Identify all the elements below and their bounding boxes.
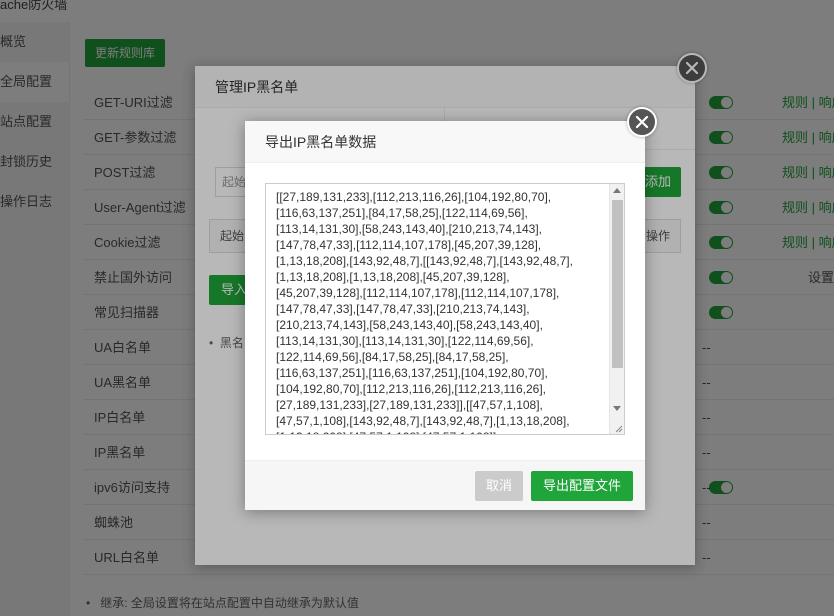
textarea-line: [116,63,137,251],[116,63,137,251],[104,1… — [276, 366, 548, 380]
textarea-line: [1,13,18,208],[47,57,1,108],[47,57,1,108… — [276, 429, 604, 434]
textarea-line: [147,78,47,33],[112,114,107,178],[45,207… — [276, 238, 542, 252]
textarea-line: [113,14,131,30],[58,243,143,40],[210,213… — [276, 222, 543, 236]
cancel-button[interactable]: 取消 — [475, 471, 524, 501]
scroll-thumb[interactable] — [612, 200, 623, 368]
dialog-title: 导出IP黑名单数据 — [245, 121, 645, 163]
textarea-line: [47,57,1,108],[143,92,48,7],[143,92,48,7… — [276, 414, 570, 428]
export-config-button[interactable]: 导出配置文件 — [531, 471, 634, 501]
textarea-line: [1,13,18,208],[143,92,48,7],[[143,92,48,… — [276, 254, 573, 268]
close-icon[interactable] — [627, 107, 657, 137]
export-data-textarea[interactable]: [[27,189,131,233],[112,213,116,26],[104,… — [265, 183, 625, 435]
textarea-line: [122,114,69,56],[84,17,58,25],[84,17,58,… — [276, 350, 509, 364]
resize-grip-icon[interactable] — [613, 423, 623, 433]
textarea-line: [1,13,18,208],[1,13,18,208],[45,207,39,1… — [276, 270, 510, 284]
scroll-up-icon[interactable] — [613, 188, 621, 193]
textarea-line: [27,189,131,233],[27,189,131,233]],[[47,… — [276, 398, 543, 412]
textarea-line: [45,207,39,128],[112,114,107,178],[112,1… — [276, 286, 560, 300]
export-ip-blacklist-dialog: 导出IP黑名单数据 [[27,189,131,233],[112,213,116… — [245, 121, 645, 510]
textarea-content: [[27,189,131,233],[112,213,116,26],[104,… — [266, 184, 610, 434]
textarea-line: [113,14,131,30],[113,14,131,30],[122,114… — [276, 334, 534, 348]
textarea-line: [104,192,80,70],[112,213,116,26],[112,21… — [276, 382, 547, 396]
dialog-footer: 取消 导出配置文件 — [245, 460, 645, 510]
scrollbar[interactable] — [609, 184, 624, 434]
textarea-line: [116,63,137,251],[84,17,58,25],[122,114,… — [276, 206, 528, 220]
scroll-down-icon[interactable] — [613, 406, 621, 411]
textarea-line: [210,213,74,143],[58,243,143,40],[58,243… — [276, 318, 543, 332]
textarea-line: [[27,189,131,233],[112,213,116,26],[104,… — [276, 190, 552, 204]
textarea-line: [147,78,47,33],[147,78,47,33],[210,213,7… — [276, 302, 530, 316]
